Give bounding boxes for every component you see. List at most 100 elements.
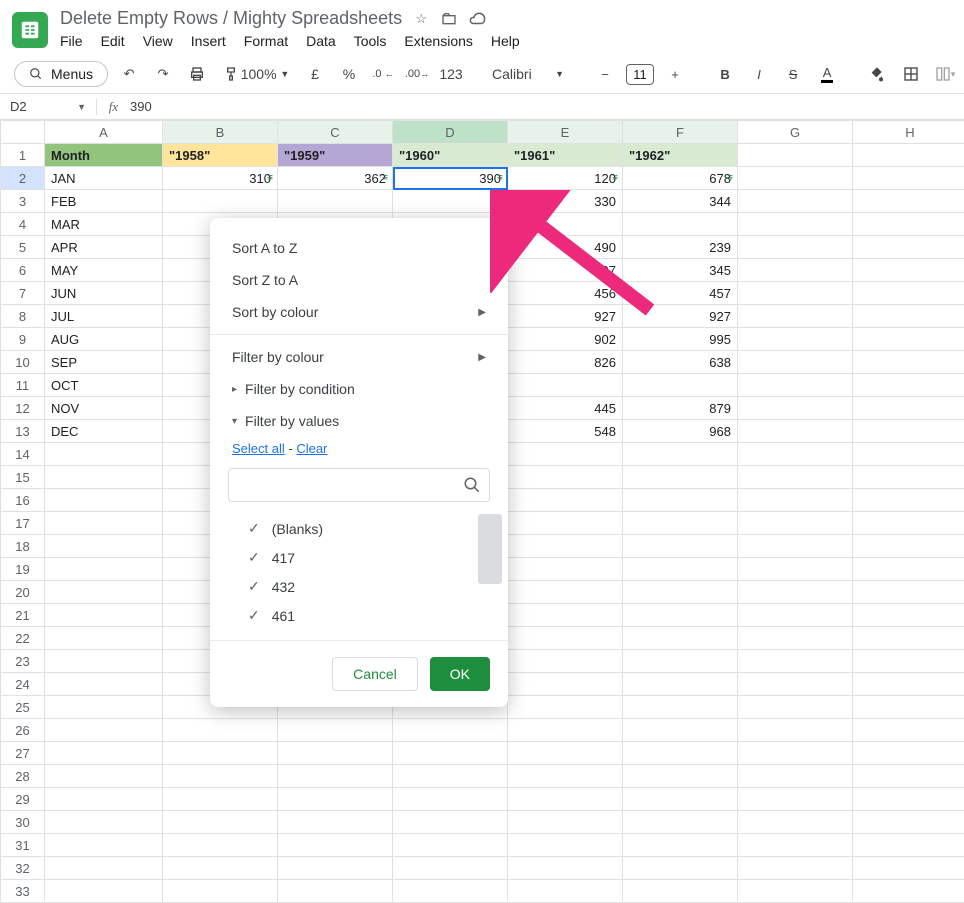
row-header[interactable]: 20: [1, 581, 45, 604]
menu-extensions[interactable]: Extensions: [404, 33, 472, 49]
col-header-A[interactable]: A: [45, 121, 163, 144]
cell[interactable]: [45, 834, 163, 857]
cell[interactable]: NOV: [45, 397, 163, 420]
cell[interactable]: [853, 788, 964, 811]
row-header[interactable]: 14: [1, 443, 45, 466]
cell[interactable]: 490: [508, 236, 623, 259]
cell[interactable]: [853, 144, 964, 167]
menu-format[interactable]: Format: [244, 33, 288, 49]
row-header[interactable]: 33: [1, 880, 45, 903]
cell[interactable]: JUN: [45, 282, 163, 305]
cell[interactable]: [393, 834, 508, 857]
cell[interactable]: [45, 466, 163, 489]
cell[interactable]: [45, 627, 163, 650]
cell[interactable]: [623, 742, 738, 765]
cell[interactable]: [45, 558, 163, 581]
doc-title[interactable]: Delete Empty Rows / Mighty Spreadsheets: [60, 8, 402, 29]
cell[interactable]: [853, 466, 964, 489]
cell[interactable]: "1961": [508, 144, 623, 167]
cell[interactable]: [163, 788, 278, 811]
currency-button[interactable]: £: [302, 61, 328, 87]
cell[interactable]: [393, 880, 508, 903]
cell[interactable]: 879: [623, 397, 738, 420]
cell[interactable]: [623, 696, 738, 719]
row-header[interactable]: 3: [1, 190, 45, 213]
cell[interactable]: [508, 627, 623, 650]
row-header[interactable]: 10: [1, 351, 45, 374]
cell[interactable]: [738, 443, 853, 466]
cell[interactable]: JUL: [45, 305, 163, 328]
cell[interactable]: MAY: [45, 259, 163, 282]
cell[interactable]: OCT: [45, 374, 163, 397]
cell[interactable]: 345: [623, 259, 738, 282]
menu-help[interactable]: Help: [491, 33, 520, 49]
cell[interactable]: [623, 857, 738, 880]
cell[interactable]: [853, 673, 964, 696]
row-header[interactable]: 29: [1, 788, 45, 811]
cell[interactable]: [623, 650, 738, 673]
cell[interactable]: 239: [623, 236, 738, 259]
percent-button[interactable]: %: [336, 61, 362, 87]
sort-az-item[interactable]: Sort A to Z: [210, 232, 508, 264]
undo-button[interactable]: ↶: [116, 61, 142, 87]
cell[interactable]: [508, 558, 623, 581]
cell[interactable]: [738, 466, 853, 489]
cell[interactable]: [738, 282, 853, 305]
row-header[interactable]: 13: [1, 420, 45, 443]
row-header[interactable]: 23: [1, 650, 45, 673]
font-family-dropdown[interactable]: Calibri▼: [488, 61, 568, 87]
cell[interactable]: [738, 604, 853, 627]
cell[interactable]: [623, 512, 738, 535]
cell[interactable]: [738, 328, 853, 351]
cell[interactable]: [853, 696, 964, 719]
cell[interactable]: [508, 834, 623, 857]
cell[interactable]: SEP: [45, 351, 163, 374]
cell[interactable]: [853, 581, 964, 604]
row-header[interactable]: 26: [1, 719, 45, 742]
cell[interactable]: AUG: [45, 328, 163, 351]
cell[interactable]: [278, 190, 393, 213]
cell[interactable]: 927: [623, 305, 738, 328]
col-header-B[interactable]: B: [163, 121, 278, 144]
cell[interactable]: [508, 213, 623, 236]
cell[interactable]: [853, 880, 964, 903]
cell[interactable]: [853, 604, 964, 627]
cell[interactable]: [623, 581, 738, 604]
menu-view[interactable]: View: [143, 33, 173, 49]
cell[interactable]: [45, 788, 163, 811]
cell[interactable]: [738, 213, 853, 236]
cell[interactable]: [278, 765, 393, 788]
cell[interactable]: [163, 811, 278, 834]
cell[interactable]: 548: [508, 420, 623, 443]
redo-button[interactable]: ↷: [150, 61, 176, 87]
col-header-D[interactable]: D: [393, 121, 508, 144]
cell[interactable]: [45, 696, 163, 719]
increase-font-button[interactable]: +: [662, 61, 688, 87]
bold-button[interactable]: B: [712, 61, 738, 87]
cell[interactable]: [45, 512, 163, 535]
cell[interactable]: [45, 535, 163, 558]
row-header[interactable]: 28: [1, 765, 45, 788]
cell[interactable]: [853, 167, 964, 190]
cell[interactable]: [508, 535, 623, 558]
cell[interactable]: [623, 489, 738, 512]
cell[interactable]: [45, 811, 163, 834]
formula-input[interactable]: 390: [122, 99, 152, 114]
cell[interactable]: [853, 512, 964, 535]
clear-link[interactable]: Clear: [296, 441, 327, 456]
filter-by-condition-item[interactable]: ▸Filter by condition: [210, 373, 508, 405]
cell[interactable]: [738, 190, 853, 213]
cell[interactable]: [163, 190, 278, 213]
menu-file[interactable]: File: [60, 33, 83, 49]
cell[interactable]: [508, 650, 623, 673]
cell[interactable]: [738, 880, 853, 903]
cell[interactable]: [163, 857, 278, 880]
row-header[interactable]: 1: [1, 144, 45, 167]
filter-icon[interactable]: ≡: [612, 173, 618, 184]
cell[interactable]: [738, 236, 853, 259]
cell-selected[interactable]: 390≡: [393, 167, 508, 190]
cell[interactable]: [45, 581, 163, 604]
cell[interactable]: Month: [45, 144, 163, 167]
cell[interactable]: [623, 374, 738, 397]
scrollbar-thumb[interactable]: [478, 514, 502, 584]
